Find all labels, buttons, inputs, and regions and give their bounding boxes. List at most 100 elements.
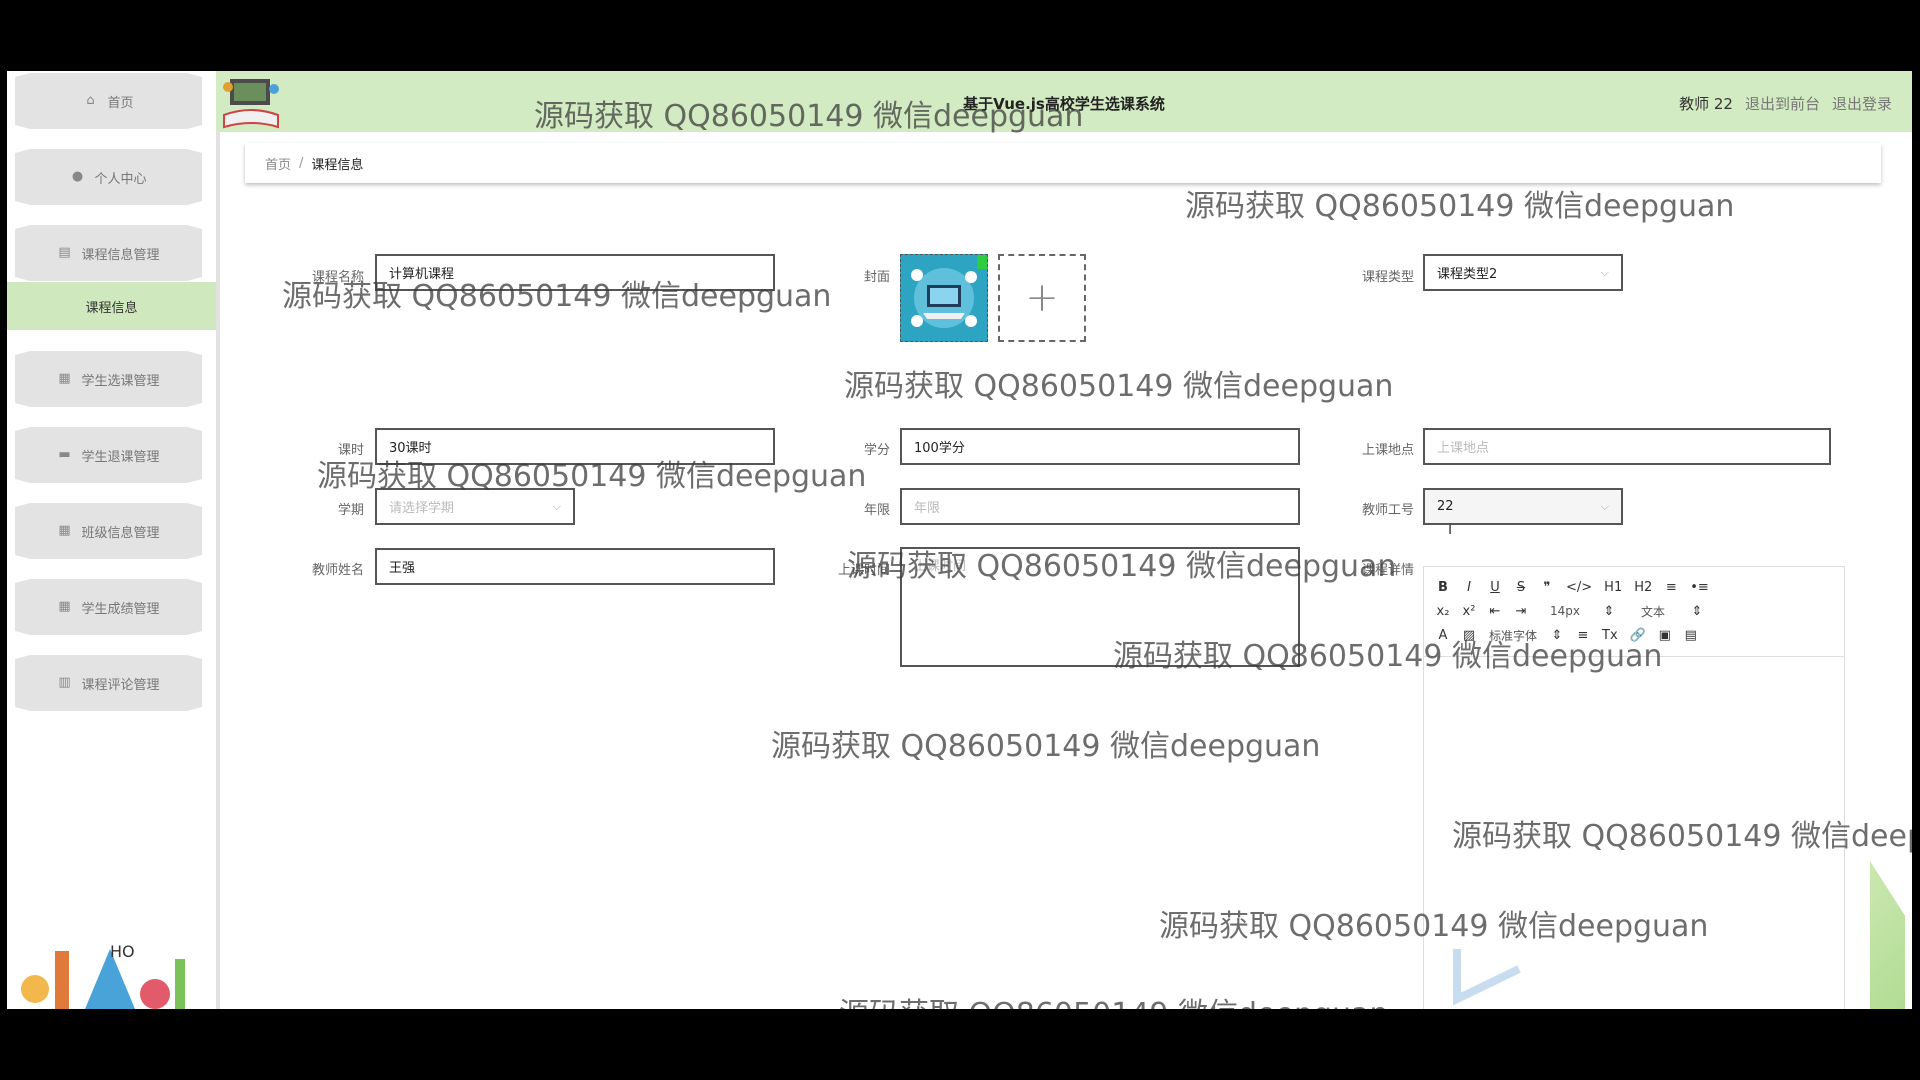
sidebar-item-label: 课程评论管理 [81, 677, 160, 693]
app-window: ⌂ 首页 ● 个人中心 ▤ 课程信息管理 课程信息 ▦ 学生选课管理 ▬ 学生退… [7, 71, 1912, 1009]
course-name-label: 课程名称 [311, 270, 364, 285]
teacher-id-select[interactable]: 22 ⌵ [1423, 488, 1623, 525]
italic-button[interactable]: I [1462, 580, 1476, 595]
breadcrumb: 首页 / 课程信息 [245, 143, 1881, 183]
header-select[interactable]: 文本 [1628, 603, 1678, 620]
editor-toolbar: B I U S ❞ </> H1 H2 ≡ •≡ x₂ x² ⇤ ⇥ 14px … [1424, 567, 1844, 657]
details-label: 课程详情 [1361, 563, 1414, 578]
align-button[interactable]: ≡ [1576, 628, 1590, 643]
class-time-textarea[interactable]: 上课时间 [900, 547, 1300, 667]
toolbar-row-1: B I U S ❞ </> H1 H2 ≡ •≡ [1436, 575, 1832, 599]
toolbar-row-3: A ▨ 标准字体 ⇕ ≡ Tx 🔗 ▣ ▤ [1436, 623, 1832, 647]
outdent-button[interactable]: ⇤ [1488, 604, 1502, 619]
system-title: 基于Vue.js高校学生选课系统 [963, 95, 1165, 113]
font-family-select[interactable]: 标准字体 [1488, 627, 1538, 644]
sidebar: ⌂ 首页 ● 个人中心 ▤ 课程信息管理 课程信息 ▦ 学生选课管理 ▬ 学生退… [7, 71, 220, 1009]
chevron-down-icon: ⌵ [1600, 265, 1609, 279]
header-arrows-icon: ⇕ [1691, 603, 1703, 619]
chevron-down-icon: ⌵ [1600, 499, 1609, 513]
decorative-corner [1870, 861, 1905, 1009]
bullet-list-button[interactable]: •≡ [1690, 580, 1709, 595]
sidebar-item-home[interactable]: ⌂ 首页 [15, 73, 202, 129]
sidebar-item-label: 首页 [107, 95, 134, 111]
bold-button[interactable]: B [1436, 580, 1450, 595]
cover-label: 封面 [863, 270, 890, 285]
indent-button[interactable]: ⇥ [1514, 604, 1528, 619]
header-user-area: 教师 22 退出到前台 退出登录 [1679, 93, 1892, 114]
subscript-button[interactable]: x₂ [1436, 604, 1450, 619]
underline-button[interactable]: U [1488, 580, 1502, 595]
class-time-label: 上课时间 [837, 563, 890, 578]
hours-label: 课时 [337, 443, 364, 458]
teacher-id-label: 教师工号 [1361, 503, 1414, 518]
font-color-button[interactable]: A [1436, 628, 1450, 643]
rich-text-editor[interactable]: B I U S ❞ </> H1 H2 ≡ •≡ x₂ x² ⇤ ⇥ 14px … [1423, 566, 1845, 1009]
watermark: 源码获取 QQ86050149 微信deepguan [771, 729, 1321, 764]
background-color-button[interactable]: ▨ [1462, 628, 1476, 643]
font-size-select[interactable]: 14px [1540, 604, 1590, 618]
watermark: 源码获取 QQ86050149 微信deepguan [839, 989, 1388, 1009]
grid-icon: ▦ [58, 523, 71, 538]
cover-upload-button[interactable]: + [998, 254, 1086, 342]
chart-icon: ▥ [58, 675, 71, 690]
home-icon: ⌂ [86, 93, 95, 108]
location-input[interactable]: 上课地点 [1423, 428, 1831, 465]
credits-input[interactable]: 100学分 [900, 428, 1300, 465]
course-name-input[interactable]: 计算机课程 [375, 254, 775, 291]
sidebar-item-comments[interactable]: ▥ 课程评论管理 [15, 655, 202, 711]
semester-label: 学期 [337, 503, 364, 518]
cover-thumbnail [901, 255, 987, 341]
sidebar-item-label: 课程信息管理 [81, 247, 160, 263]
sidebar-item-label: 学生成绩管理 [81, 601, 160, 617]
video-button[interactable]: ▤ [1684, 628, 1698, 643]
hours-input[interactable]: 30课时 [375, 428, 775, 465]
course-type-select[interactable]: 课程类型2 ⌵ [1423, 254, 1623, 291]
toolbar-row-2: x₂ x² ⇤ ⇥ 14px ⇕ 文本 ⇕ [1436, 599, 1832, 623]
semester-select[interactable]: 请选择学期 ⌵ [375, 488, 575, 525]
sidebar-item-class-info[interactable]: ▦ 班级信息管理 [15, 503, 202, 559]
strike-button[interactable]: S [1514, 580, 1528, 595]
back-to-front-link[interactable]: 退出到前台 [1745, 93, 1820, 114]
teacher-name-input[interactable]: 王强 [375, 548, 775, 585]
breadcrumb-current: 课程信息 [311, 157, 364, 173]
link-button[interactable]: 🔗 [1630, 628, 1646, 643]
top-header: 基于Vue.js高校学生选课系统 教师 22 退出到前台 退出登录 [216, 71, 1912, 132]
decorative-illustration: HO [21, 942, 185, 1009]
sidebar-subitem-course-info[interactable]: 课程信息 [7, 282, 216, 330]
sidebar-item-profile[interactable]: ● 个人中心 [15, 149, 202, 205]
code-button[interactable]: </> [1566, 580, 1592, 595]
location-label: 上课地点 [1361, 443, 1414, 458]
h1-button[interactable]: H1 [1604, 580, 1622, 595]
sidebar-item-label: 个人中心 [94, 171, 147, 187]
sidebar-item-label: 学生退课管理 [81, 449, 160, 465]
watermark: 源码获取 QQ86050149 微信deepguan [844, 369, 1394, 404]
sidebar-item-course-drop[interactable]: ▬ 学生退课管理 [15, 427, 202, 483]
logout-link[interactable]: 退出登录 [1832, 93, 1892, 114]
grid-icon: ▦ [58, 599, 71, 614]
superscript-button[interactable]: x² [1462, 604, 1476, 619]
ordered-list-button[interactable]: ≡ [1664, 580, 1678, 595]
years-label: 年限 [863, 503, 890, 518]
watermark: 源码获取 QQ86050149 微信deepguan [1185, 189, 1735, 224]
sidebar-item-label: 班级信息管理 [81, 525, 160, 541]
sidebar-subitem-label: 课程信息 [85, 300, 138, 316]
image-button[interactable]: ▣ [1658, 628, 1672, 643]
cover-image[interactable] [900, 254, 988, 342]
sidebar-item-grades[interactable]: ▦ 学生成绩管理 [15, 579, 202, 635]
svg-text:HO: HO [110, 942, 135, 961]
sidebar-item-course-management[interactable]: ▤ 课程信息管理 [15, 225, 202, 281]
font-size-arrows-icon: ⇕ [1603, 603, 1615, 619]
blockquote-button[interactable]: ❞ [1540, 580, 1554, 595]
user-icon: ● [71, 169, 84, 184]
breadcrumb-separator: / [299, 155, 304, 171]
sidebar-item-course-selection[interactable]: ▦ 学生选课管理 [15, 351, 202, 407]
chevron-down-icon: ⌵ [552, 499, 561, 513]
plus-icon: + [1025, 275, 1059, 321]
breadcrumb-home[interactable]: 首页 [265, 154, 291, 173]
course-type-label: 课程类型 [1361, 270, 1414, 285]
clear-format-button[interactable]: Tx [1602, 628, 1618, 643]
grid-icon: ▦ [58, 371, 71, 386]
play-icon [1453, 949, 1521, 1006]
h2-button[interactable]: H2 [1634, 580, 1652, 595]
years-input[interactable]: 年限 [900, 488, 1300, 525]
